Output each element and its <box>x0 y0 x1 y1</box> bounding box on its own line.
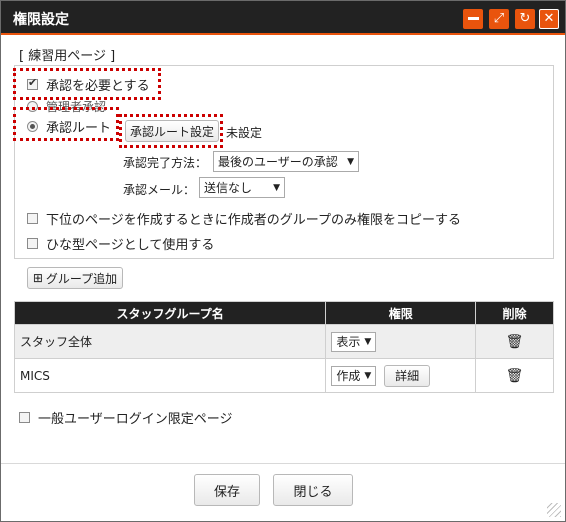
minimize-icon <box>467 17 479 20</box>
template-label: ひな型ページとして使用する <box>46 238 215 253</box>
add-group-label: グループ追加 <box>45 271 118 286</box>
require-approval-option[interactable]: 承認を必要とする <box>27 75 150 94</box>
header-group-name: スタッフグループ名 <box>13 301 327 325</box>
admin-approval-radio[interactable] <box>27 101 38 112</box>
dialog-title: 権限設定 <box>13 12 69 28</box>
minimize-button[interactable] <box>463 9 483 29</box>
completion-select[interactable]: 最後のユーザーの承認 ▼ <box>213 151 359 172</box>
maximize-button[interactable]: ⤢ <box>489 9 509 29</box>
delete-cell: 🗑 <box>475 358 554 393</box>
login-limit-checkbox[interactable] <box>19 412 30 423</box>
resize-grip[interactable] <box>547 503 561 517</box>
delete-cell: 🗑 <box>475 324 554 359</box>
template-option[interactable]: ひな型ページとして使用する <box>27 234 214 253</box>
save-button[interactable]: 保存 <box>194 474 260 506</box>
section-label: [ 練習用ページ ] <box>19 49 116 64</box>
permission-select[interactable]: 表示 ▼ <box>331 331 377 352</box>
close-icon: ✕ <box>543 11 555 26</box>
approval-route-label: 承認ルート <box>46 121 112 136</box>
close-dialog-button[interactable]: 閉じる <box>273 474 353 506</box>
table-row: MICS 作成 ▼ 詳細 🗑 <box>13 358 554 393</box>
group-add-icon: ⊞ <box>32 271 43 285</box>
template-checkbox[interactable] <box>27 238 38 249</box>
completion-label: 承認完了方法： <box>123 156 208 170</box>
detail-button[interactable]: 詳細 <box>384 364 431 387</box>
copy-group-option[interactable]: 下位のページを作成するときに作成者のグループのみ権限をコピーする <box>27 209 461 228</box>
staff-group-table: スタッフグループ名 権限 削除 スタッフ全体 表示 ▼ 🗑 MICS 作成 ▼ <box>13 301 554 393</box>
permission-cell: 表示 ▼ <box>325 324 477 359</box>
chevron-down-icon: ▼ <box>273 182 280 193</box>
chevron-down-icon: ▼ <box>364 370 372 381</box>
permission-value: 作成 <box>336 369 361 383</box>
group-name-cell: スタッフ全体 <box>13 324 327 359</box>
approval-route-option[interactable]: 承認ルート <box>27 117 111 136</box>
route-setting-button[interactable]: 承認ルート設定 <box>125 120 219 142</box>
mail-select[interactable]: 送信なし ▼ <box>199 177 285 198</box>
copy-group-checkbox[interactable] <box>27 213 38 224</box>
add-group-button[interactable]: ⊞ グループ追加 <box>27 267 123 289</box>
maximize-icon: ⤢ <box>493 11 505 26</box>
approval-route-radio[interactable] <box>27 121 38 132</box>
chevron-down-icon: ▼ <box>347 156 354 167</box>
mail-value: 送信なし <box>204 181 253 195</box>
permission-dialog: 権限設定 ⤢ ↻ ✕ [ 練習用ページ ] 承認を必要とする 管理者承認 承認ル… <box>0 0 566 522</box>
mail-label: 承認メール： <box>123 183 196 197</box>
footer-divider <box>1 463 565 464</box>
require-approval-checkbox[interactable] <box>27 76 38 90</box>
permission-cell: 作成 ▼ 詳細 <box>325 358 477 393</box>
login-limit-label: 一般ユーザーログイン限定ページ <box>38 412 233 427</box>
require-approval-label: 承認を必要とする <box>46 79 150 94</box>
login-limit-option[interactable]: 一般ユーザーログイン限定ページ <box>19 408 232 427</box>
group-name-cell: MICS <box>13 358 327 393</box>
completion-value: 最後のユーザーの承認 <box>218 155 338 169</box>
header-delete: 削除 <box>475 301 554 325</box>
admin-approval-label: 管理者承認 <box>46 100 107 114</box>
route-status: 未設定 <box>226 126 263 140</box>
admin-approval-option[interactable]: 管理者承認 <box>27 98 106 115</box>
copy-group-label: 下位のページを作成するときに作成者のグループのみ権限をコピーする <box>46 213 461 228</box>
refresh-icon: ↻ <box>519 11 531 26</box>
permission-value: 表示 <box>336 335 361 349</box>
permission-select[interactable]: 作成 ▼ <box>331 365 377 386</box>
table-row: スタッフ全体 表示 ▼ 🗑 <box>13 324 554 359</box>
header-permission: 権限 <box>325 301 477 325</box>
trash-icon[interactable]: 🗑 <box>506 368 524 384</box>
titlebar: 権限設定 ⤢ ↻ ✕ <box>1 1 565 35</box>
close-button[interactable]: ✕ <box>539 9 559 29</box>
table-header-row: スタッフグループ名 権限 削除 <box>13 301 554 325</box>
trash-icon[interactable]: 🗑 <box>506 334 524 350</box>
chevron-down-icon: ▼ <box>364 336 372 347</box>
refresh-button[interactable]: ↻ <box>515 9 535 29</box>
